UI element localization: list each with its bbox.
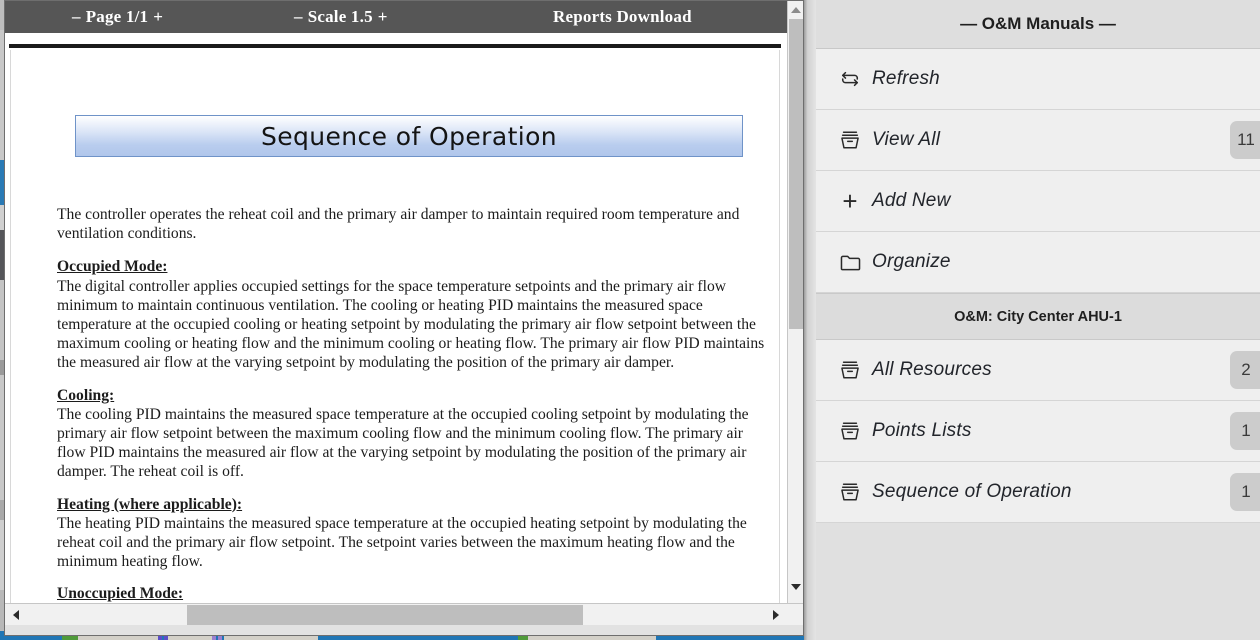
archive-icon — [828, 481, 872, 503]
page-control: – Page 1/1 + — [67, 7, 168, 27]
horizontal-scrollbar-thumb[interactable] — [187, 605, 583, 625]
document-viewer-window: – Page 1/1 + – Scale 1.5 + Reports Download … — [4, 0, 804, 636]
sidebar-item-label: Add New — [872, 190, 951, 211]
window-bottom-edge — [5, 625, 803, 635]
document-canvas: Sequence of Operation The controller ope… — [5, 33, 787, 613]
sidebar-item-refresh[interactable]: Refresh — [816, 49, 1260, 110]
sidebar-item-label: Points Lists — [872, 420, 972, 441]
sidebar-group-title: O&M: City Center AHU-1 — [816, 293, 1260, 340]
scroll-down-button[interactable] — [788, 578, 803, 595]
archive-icon — [828, 129, 872, 151]
scale-decrement-button[interactable]: – — [289, 7, 308, 27]
folder-icon — [828, 253, 872, 272]
section-body: The heating PID maintains the measured s… — [57, 514, 747, 571]
om-manuals-sidebar: — O&M Manuals — Refresh View All 11 + Ad… — [816, 0, 1260, 640]
sidebar-item-view-all[interactable]: View All 11 — [816, 110, 1260, 171]
section-heading: Cooling: — [57, 386, 115, 404]
chevron-up-icon — [790, 6, 801, 13]
plus-icon: + — [842, 186, 858, 216]
screen: – Page 1/1 + – Scale 1.5 + Reports Download … — [0, 0, 1260, 640]
sidebar-item-badge: 1 — [1230, 412, 1260, 450]
sidebar-empty-space — [816, 523, 1260, 640]
sidebar-item-sequence-of-operation[interactable]: Sequence of Operation 1 — [816, 462, 1260, 523]
chevron-left-icon — [13, 609, 19, 620]
sidebar-item-label: Refresh — [872, 68, 940, 89]
sidebar-item-all-resources[interactable]: All Resources 2 — [816, 340, 1260, 401]
scroll-right-button[interactable] — [767, 604, 785, 625]
refresh-icon — [828, 69, 872, 89]
archive-icon — [828, 359, 872, 381]
chevron-down-icon — [790, 583, 801, 590]
scale-increment-button[interactable]: + — [373, 7, 393, 27]
page-decrement-button[interactable]: – — [67, 7, 86, 27]
viewer-toolbar: – Page 1/1 + – Scale 1.5 + Reports Download — [5, 1, 803, 33]
page-increment-button[interactable]: + — [148, 7, 168, 27]
sidebar-item-organize[interactable]: Organize — [816, 232, 1260, 293]
vertical-scrollbar[interactable] — [787, 1, 803, 613]
scale-label: Scale 1.5 — [307, 7, 373, 26]
document-section: Occupied Mode: The digital controller ap… — [57, 257, 769, 372]
reports-download-button[interactable]: Reports Download — [553, 7, 692, 27]
scale-control: – Scale 1.5 + — [289, 7, 393, 27]
vertical-scrollbar-thumb[interactable] — [789, 19, 803, 329]
sidebar-item-label: View All — [872, 129, 941, 150]
sidebar-item-label: Organize — [872, 251, 951, 272]
sidebar-item-badge: 1 — [1230, 473, 1260, 511]
sidebar-title: — O&M Manuals — — [816, 0, 1260, 49]
document-section: Heating (where applicable): The heating … — [57, 495, 769, 572]
archive-icon — [828, 420, 872, 442]
scroll-up-button[interactable] — [788, 1, 803, 18]
chevron-right-icon — [773, 609, 779, 620]
sidebar-item-points-lists[interactable]: Points Lists 1 — [816, 401, 1260, 462]
section-heading: Heating (where applicable): — [57, 495, 243, 513]
sidebar-item-badge: 11 — [1230, 121, 1260, 159]
section-heading: Occupied Mode: — [57, 258, 168, 276]
document-body: The controller operates the reheat coil … — [57, 205, 769, 613]
document-section: Cooling: The cooling PID maintains the m… — [57, 386, 769, 482]
sidebar-item-label: All Resources — [872, 359, 992, 380]
page-top-rule — [9, 44, 781, 48]
page-label: Page 1/1 — [85, 7, 149, 26]
document-page: Sequence of Operation The controller ope… — [10, 50, 780, 613]
section-heading: Unoccupied Mode: — [57, 585, 184, 603]
document-title: Sequence of Operation — [260, 121, 558, 151]
document-intro-paragraph: The controller operates the reheat coil … — [57, 206, 740, 243]
pane-divider — [804, 0, 816, 640]
sidebar-item-badge: 2 — [1230, 351, 1260, 389]
section-body: The digital controller applies occupied … — [57, 277, 765, 372]
sidebar-item-label: Sequence of Operation — [872, 481, 1072, 502]
section-body: The cooling PID maintains the measured s… — [57, 405, 749, 481]
scroll-left-button[interactable] — [7, 604, 25, 625]
horizontal-scrollbar[interactable] — [5, 603, 803, 625]
document-title-banner: Sequence of Operation — [75, 115, 743, 157]
sidebar-item-add-new[interactable]: + Add New — [816, 171, 1260, 232]
